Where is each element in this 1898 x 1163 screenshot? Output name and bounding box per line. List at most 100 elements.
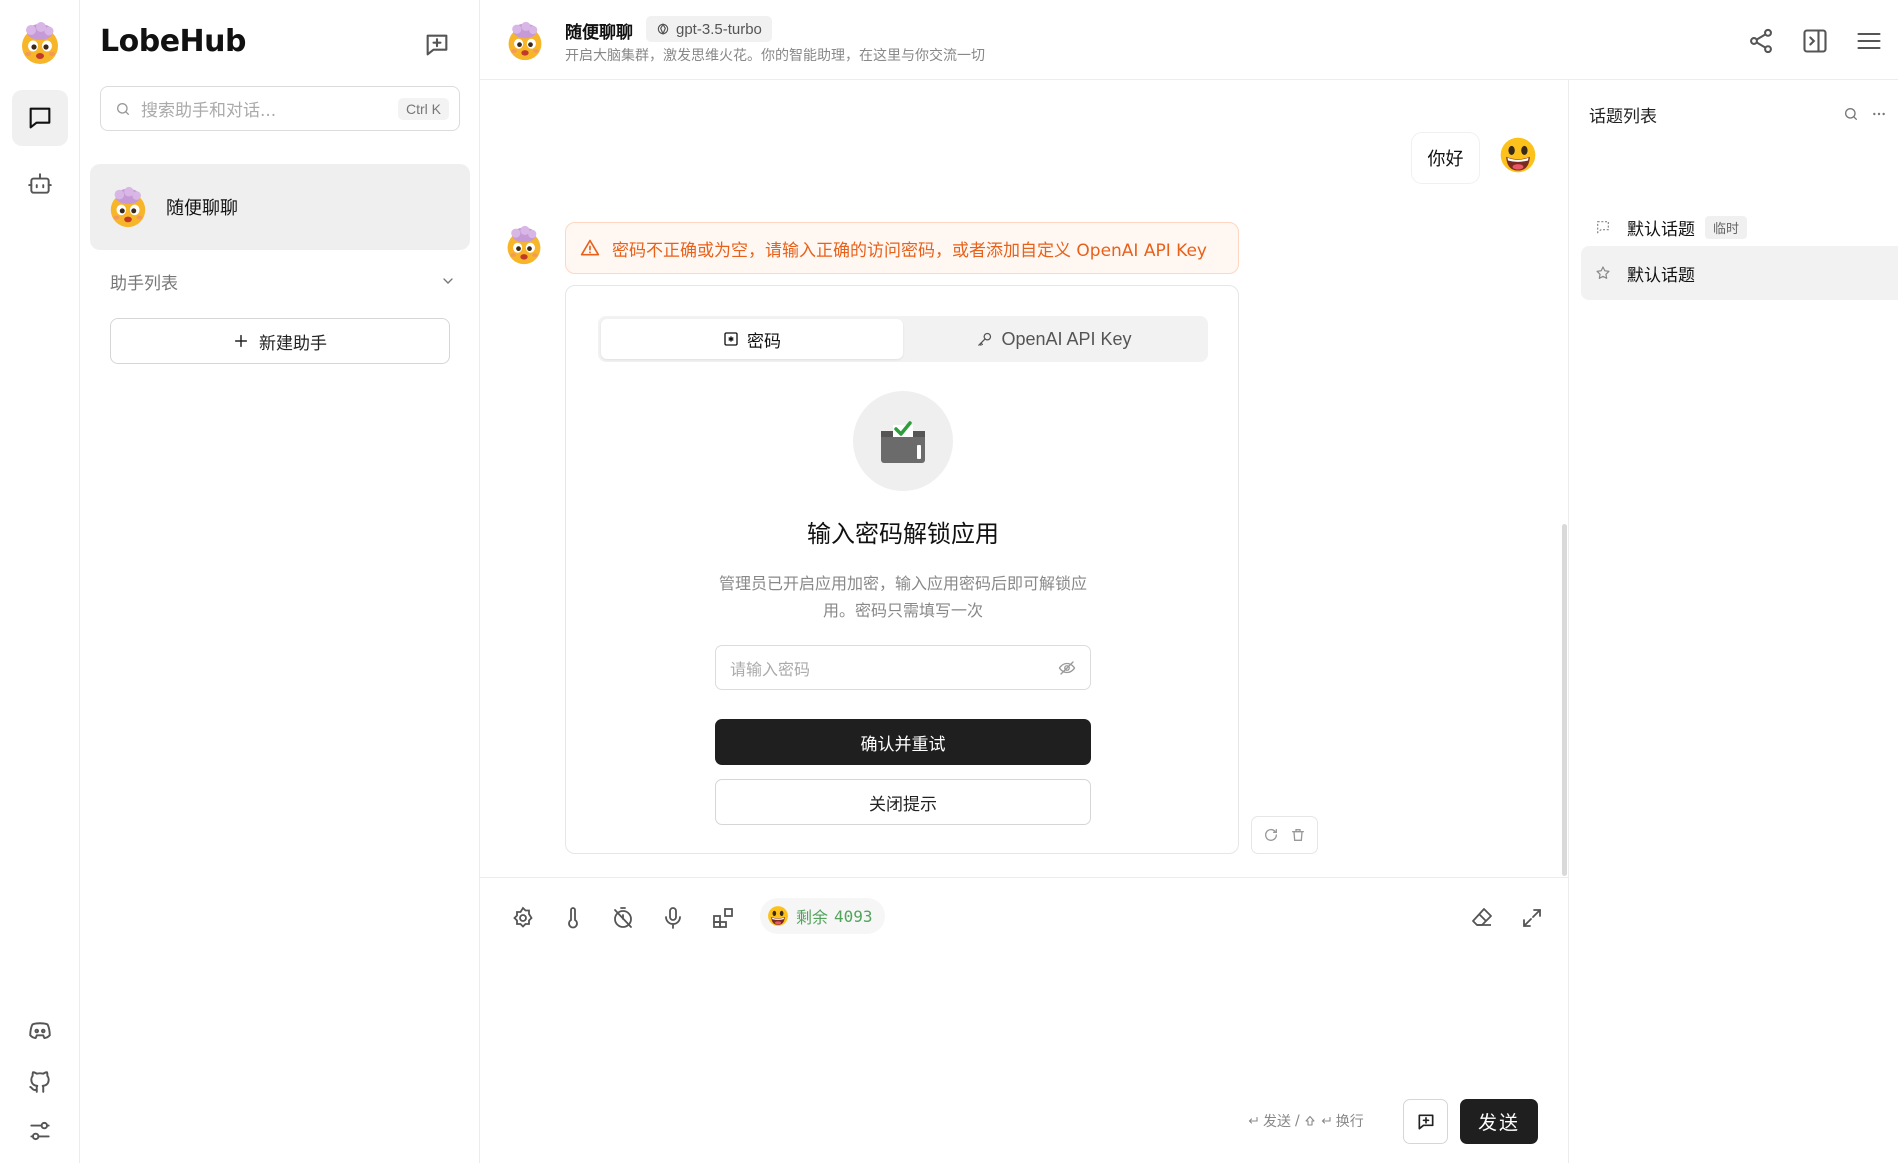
confirm-retry-button[interactable]: 确认并重试: [715, 719, 1091, 765]
timer-off-icon: [611, 906, 635, 930]
enter-key-icon: [1320, 1115, 1332, 1127]
chevron-down-icon: [440, 273, 456, 289]
discord-button[interactable]: [12, 1003, 68, 1059]
search-icon: [115, 101, 131, 117]
keyboard-hint: 发送 / 换行: [1247, 1111, 1364, 1131]
enter-key-icon: [1247, 1115, 1259, 1127]
unlock-title: 输入密码解锁应用: [807, 520, 999, 548]
topic-item-label: 默认话题: [1627, 265, 1695, 286]
close-tip-button[interactable]: 关闭提示: [715, 779, 1091, 825]
lock-box-icon: [853, 391, 953, 491]
panel-right-icon: [1801, 27, 1829, 55]
star-icon[interactable]: [1595, 265, 1611, 281]
unlock-card: 密码 OpenAI API Key 输入密码解锁应用 管理员已开启应用加密，输入…: [565, 285, 1239, 854]
password-icon: [723, 331, 739, 347]
token-counter[interactable]: 剩余 4093: [760, 898, 885, 934]
new-topic-button[interactable]: [1403, 1099, 1448, 1144]
model-tag[interactable]: gpt-3.5-turbo: [646, 16, 772, 42]
share-button[interactable]: [1744, 24, 1778, 58]
github-icon: [27, 1068, 53, 1094]
temporary-badge: 临时: [1705, 215, 1748, 239]
github-button[interactable]: [12, 1053, 68, 1109]
key-icon: [976, 331, 993, 348]
voice-input-button[interactable]: [656, 901, 690, 935]
topic-item[interactable]: 默认话题: [1581, 246, 1898, 300]
hint-newline: 换行: [1335, 1114, 1364, 1130]
error-alert-text: 密码不正确或为空，请输入正确的访问密码，或者添加自定义 OpenAI API K…: [612, 240, 1207, 261]
plugins-button[interactable]: [706, 901, 740, 935]
password-input[interactable]: 请输入密码: [715, 645, 1091, 690]
chat-nav-button[interactable]: [12, 90, 68, 146]
refresh-icon[interactable]: [1263, 827, 1279, 843]
scrollbar[interactable]: [1562, 524, 1567, 876]
eye-off-icon[interactable]: [1058, 659, 1076, 677]
search-icon: [1843, 106, 1859, 122]
tab-password[interactable]: 密码: [601, 319, 903, 359]
plus-icon: [233, 333, 249, 349]
token-emoji-icon: [766, 904, 790, 928]
agent-list-header[interactable]: 助手列表: [110, 266, 456, 296]
search-placeholder: 搜索助手和对话...: [141, 101, 277, 121]
session-item[interactable]: 随便聊聊: [90, 164, 470, 250]
topic-panel: 话题列表 默认话题 临时 默认话题: [1568, 80, 1898, 1163]
toggle-panel-button[interactable]: [1798, 24, 1832, 58]
unlock-tabs: 密码 OpenAI API Key: [598, 316, 1208, 362]
new-agent-label: 新建助手: [259, 333, 327, 354]
brand-logo: LobeHub: [100, 24, 247, 59]
bot-icon: [27, 171, 53, 197]
new-agent-button[interactable]: 新建助手: [110, 318, 450, 364]
hint-send: 发送: [1263, 1114, 1291, 1130]
user-message-avatar: [1497, 134, 1539, 176]
history-count-button[interactable]: [606, 901, 640, 935]
shift-key-icon: [1304, 1115, 1316, 1127]
search-input[interactable]: 搜索助手和对话... Ctrl K: [100, 86, 460, 131]
nav-rail: [0, 0, 80, 1163]
user-avatar[interactable]: [17, 20, 63, 66]
topic-more-button[interactable]: [1867, 102, 1891, 126]
trash-icon[interactable]: [1290, 827, 1306, 843]
blocks-icon: [711, 906, 735, 930]
agent-description: 开启大脑集群，激发思维火花。你的智能助理，在这里与你交流一切: [565, 48, 985, 64]
message-actions: [1251, 816, 1318, 854]
session-avatar: [106, 185, 150, 229]
menu-button[interactable]: [1852, 24, 1886, 58]
session-sidebar: LobeHub 搜索助手和对话... Ctrl K 随便聊聊 助手列表 新建助手: [80, 0, 480, 1163]
message-plus-icon: [423, 31, 451, 59]
model-settings-button[interactable]: [506, 901, 540, 935]
tab-api-key[interactable]: OpenAI API Key: [903, 319, 1205, 359]
search-shortcut: Ctrl K: [398, 97, 449, 120]
maximize-icon: [1520, 906, 1544, 930]
tab-api-key-label: OpenAI API Key: [1001, 328, 1132, 349]
chat-icon: [26, 104, 54, 132]
token-label: 剩余: [796, 908, 829, 927]
unlock-description: 管理员已开启应用加密，输入应用密码后即可解锁应用。密码只需填写一次: [718, 574, 1087, 620]
send-button[interactable]: 发送: [1460, 1099, 1538, 1144]
assistant-avatar: [503, 224, 545, 266]
market-nav-button[interactable]: [12, 156, 68, 212]
microphone-icon: [661, 906, 685, 930]
settings-gear-icon: [511, 906, 535, 930]
chat-header: 随便聊聊 gpt-3.5-turbo 开启大脑集群，激发思维火花。你的智能助理，…: [480, 0, 1898, 80]
share-icon: [1747, 27, 1775, 55]
sliders-icon: [27, 1118, 53, 1144]
topic-search-button[interactable]: [1839, 102, 1863, 126]
menu-icon: [1855, 27, 1883, 55]
chat-bubble-dashed-icon: [1595, 219, 1611, 235]
openai-icon: [656, 22, 670, 36]
topic-item-label: 默认话题: [1627, 219, 1695, 240]
new-chat-button[interactable]: [420, 28, 454, 62]
expand-input-button[interactable]: [1515, 901, 1549, 935]
user-message: 你好: [1412, 133, 1479, 183]
temperature-button[interactable]: [556, 901, 590, 935]
hint-separator: /: [1295, 1113, 1300, 1129]
clear-context-button[interactable]: [1465, 901, 1499, 935]
error-alert: 密码不正确或为空，请输入正确的访问密码，或者添加自定义 OpenAI API K…: [565, 222, 1239, 274]
password-placeholder: 请输入密码: [730, 659, 811, 679]
discord-icon: [27, 1018, 53, 1044]
model-name: gpt-3.5-turbo: [676, 20, 762, 38]
more-horizontal-icon: [1871, 106, 1887, 122]
settings-button[interactable]: [12, 1103, 68, 1159]
session-title: 随便聊聊: [166, 198, 238, 219]
thermometer-icon: [561, 906, 585, 930]
agent-avatar[interactable]: [504, 20, 546, 62]
